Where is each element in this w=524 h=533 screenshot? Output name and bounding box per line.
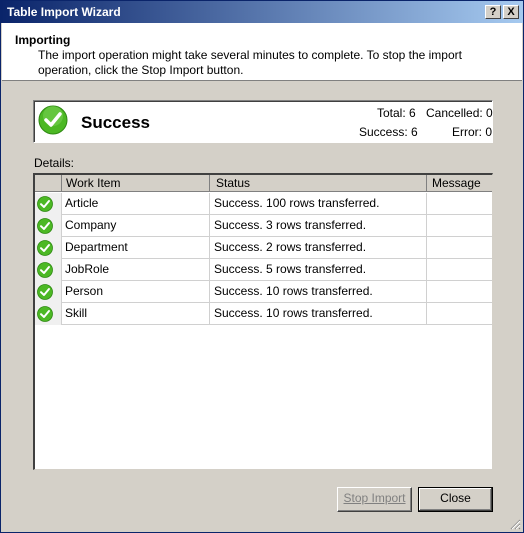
- row-status-cell: [35, 303, 62, 325]
- status-cell: Success. 2 rows transferred.: [210, 237, 427, 259]
- work-item-cell: Department: [62, 237, 210, 259]
- row-status-cell: [35, 281, 62, 303]
- success-check-icon: [37, 218, 53, 234]
- table-row[interactable]: Department Success. 2 rows transferred.: [35, 237, 492, 259]
- work-item-cell: JobRole: [62, 259, 210, 281]
- work-item-cell: Skill: [62, 303, 210, 325]
- message-cell: [427, 215, 492, 237]
- row-status-cell: [35, 237, 62, 259]
- details-grid[interactable]: Work Item Status Message Article Success.…: [33, 173, 493, 470]
- work-item-cell: Company: [62, 215, 210, 237]
- work-item-cell: Person: [62, 281, 210, 303]
- page-description: The import operation might take several …: [38, 48, 462, 77]
- cancelled-count: Cancelled: 0: [426, 106, 493, 120]
- grid-header: Work Item Status Message: [35, 175, 492, 192]
- row-status-cell: [35, 259, 62, 281]
- stop-import-label: Stop Import: [343, 491, 406, 505]
- header-panel: Importing The import operation might tak…: [2, 23, 522, 81]
- status-cell: Success. 10 rows transferred.: [210, 281, 427, 303]
- row-status-cell: [35, 193, 62, 215]
- success-check-icon: [37, 262, 53, 278]
- title-bar[interactable]: Table Import Wizard ? X: [1, 1, 523, 23]
- table-row[interactable]: Article Success. 100 rows transferred.: [35, 193, 492, 215]
- success-count: Success: 6: [359, 125, 418, 139]
- column-header-status[interactable]: Status: [210, 175, 427, 192]
- resize-grip-icon[interactable]: [509, 518, 521, 530]
- column-header-icon[interactable]: [35, 175, 62, 192]
- status-cell: Success. 5 rows transferred.: [210, 259, 427, 281]
- success-check-icon: [37, 240, 53, 256]
- success-check-icon: [37, 306, 53, 322]
- close-window-button[interactable]: X: [503, 5, 519, 19]
- work-item-cell: Article: [62, 193, 210, 215]
- message-cell: [427, 281, 492, 303]
- table-import-wizard-window: Table Import Wizard ? X Importing The im…: [0, 0, 524, 533]
- success-check-icon: [37, 196, 53, 212]
- table-row[interactable]: Skill Success. 10 rows transferred.: [35, 303, 492, 325]
- details-label: Details:: [34, 156, 75, 170]
- status-cell: Success. 10 rows transferred.: [210, 303, 427, 325]
- message-cell: [427, 193, 492, 215]
- status-cell: Success. 100 rows transferred.: [210, 193, 427, 215]
- close-button[interactable]: Close: [418, 487, 493, 512]
- status-cell: Success. 3 rows transferred.: [210, 215, 427, 237]
- success-check-icon: [38, 105, 68, 135]
- message-cell: [427, 303, 492, 325]
- column-header-message[interactable]: Message: [427, 175, 492, 192]
- table-row[interactable]: JobRole Success. 5 rows transferred.: [35, 259, 492, 281]
- row-status-cell: [35, 215, 62, 237]
- status-label: Success: [81, 113, 150, 132]
- total-count: Total: 6: [377, 106, 416, 120]
- page-title: Importing: [15, 33, 71, 47]
- stop-import-button[interactable]: Stop Import: [337, 487, 412, 512]
- error-count: Error: 0: [452, 125, 493, 139]
- message-cell: [427, 237, 492, 259]
- table-row[interactable]: Person Success. 10 rows transferred.: [35, 281, 492, 303]
- table-row[interactable]: Company Success. 3 rows transferred.: [35, 215, 492, 237]
- help-button[interactable]: ?: [485, 5, 501, 19]
- status-summary: Success Total: 6 Cancelled: 0 Success: 6…: [33, 100, 493, 143]
- window-title: Table Import Wizard: [7, 5, 121, 19]
- column-header-work-item[interactable]: Work Item: [62, 175, 210, 192]
- success-check-icon: [37, 284, 53, 300]
- message-cell: [427, 259, 492, 281]
